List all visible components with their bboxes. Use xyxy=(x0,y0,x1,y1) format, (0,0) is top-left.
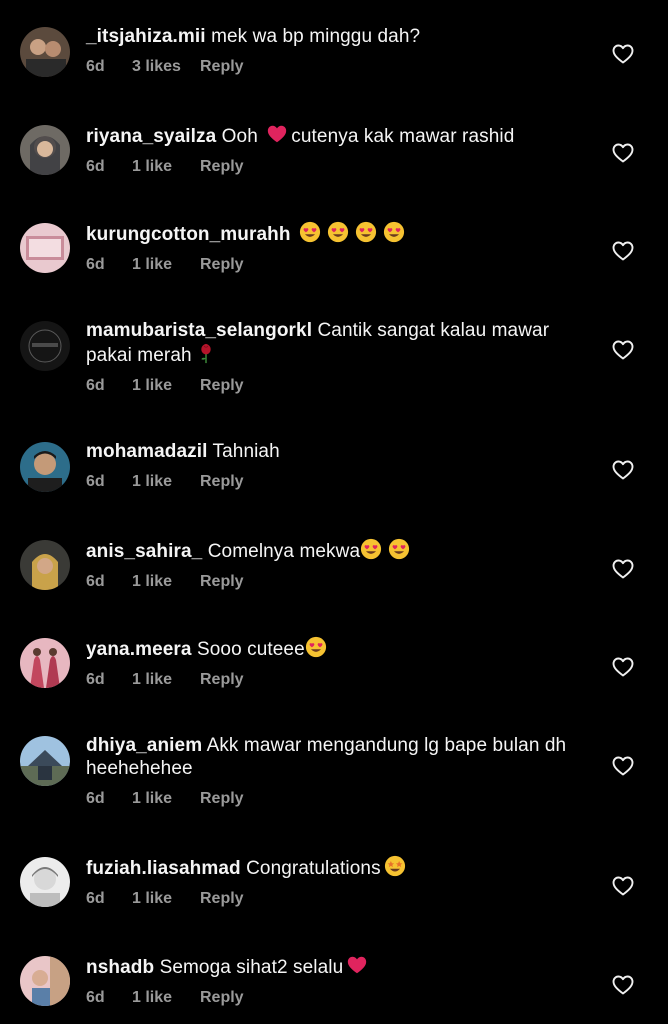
avatar[interactable] xyxy=(20,736,70,786)
avatar[interactable] xyxy=(20,321,70,371)
like-heart-icon[interactable] xyxy=(611,874,635,898)
comment-likes[interactable]: 1 like xyxy=(132,473,200,491)
comment-age: 6d xyxy=(86,377,105,394)
heart-eyes-emoji-icon xyxy=(327,221,349,243)
comment-text-part: Ooh xyxy=(221,126,264,147)
avatar[interactable] xyxy=(20,125,70,175)
comment-username[interactable]: fuziah.liasahmad xyxy=(86,858,241,879)
comment-age: 6d xyxy=(86,58,105,75)
like-heart-icon[interactable] xyxy=(611,338,635,362)
avatar[interactable] xyxy=(20,956,70,1006)
reply-button[interactable]: Reply xyxy=(200,671,244,689)
comment-username[interactable]: nshadb xyxy=(86,957,154,978)
comment-age: 6d xyxy=(86,256,105,273)
like-heart-icon[interactable] xyxy=(611,141,635,165)
reply-button[interactable]: Reply xyxy=(200,473,244,491)
reply-button[interactable]: Reply xyxy=(200,256,244,274)
comment-username[interactable]: kurungcotton_murahh xyxy=(86,224,291,245)
comment-username[interactable]: mohamadazil xyxy=(86,441,207,462)
avatar[interactable] xyxy=(20,442,70,492)
comment-likes[interactable]: 1 like xyxy=(132,573,200,591)
heart-eyes-emoji-icon xyxy=(388,538,410,560)
comment-text-part: cutenya kak mawar rashid xyxy=(291,126,515,147)
reply-button[interactable]: Reply xyxy=(200,890,244,908)
comment-username[interactable]: _itsjahiza.mii xyxy=(86,26,206,47)
comment-likes[interactable]: 1 like xyxy=(132,256,200,274)
like-heart-icon[interactable] xyxy=(611,458,635,482)
comment-age: 6d xyxy=(86,158,105,175)
comment-likes[interactable]: 1 like xyxy=(132,989,200,1007)
comment-username[interactable]: yana.meera xyxy=(86,639,192,660)
comment-text: Tahniah xyxy=(212,441,280,462)
like-heart-icon[interactable] xyxy=(611,973,635,997)
avatar[interactable] xyxy=(20,223,70,273)
like-heart-icon[interactable] xyxy=(611,754,635,778)
comment-text: Semoga sihat2 selalu xyxy=(159,957,344,978)
reply-button[interactable]: Reply xyxy=(200,573,244,591)
comment-likes[interactable]: 1 like xyxy=(132,790,200,808)
star-struck-emoji-icon xyxy=(384,855,406,877)
comment-age: 6d xyxy=(86,573,105,590)
reply-button[interactable]: Reply xyxy=(200,790,244,808)
comment-text: Congratulations xyxy=(246,858,381,879)
avatar[interactable] xyxy=(20,540,70,590)
reply-button[interactable]: Reply xyxy=(200,989,244,1007)
comment-likes[interactable]: 1 like xyxy=(132,671,200,689)
comment-text: mek wa bp minggu dah? xyxy=(211,26,421,47)
comment-username[interactable]: anis_sahira_ xyxy=(86,541,202,562)
reply-button[interactable]: Reply xyxy=(200,158,244,176)
like-heart-icon[interactable] xyxy=(611,557,635,581)
comment-age: 6d xyxy=(86,473,105,490)
avatar[interactable] xyxy=(20,857,70,907)
reply-button[interactable]: Reply xyxy=(200,58,244,76)
comment-likes[interactable]: 1 like xyxy=(132,158,200,176)
comment-username[interactable]: dhiya_aniem xyxy=(86,735,202,756)
comment-age: 6d xyxy=(86,890,105,907)
comment-likes[interactable]: 3 likes xyxy=(132,58,200,76)
avatar[interactable] xyxy=(20,638,70,688)
comment-username[interactable]: mamubarista_selangorkl xyxy=(86,320,312,341)
rose-emoji-icon xyxy=(195,342,217,364)
like-heart-icon[interactable] xyxy=(611,42,635,66)
comment-age: 6d xyxy=(86,671,105,688)
heart-eyes-emoji-icon xyxy=(305,636,327,658)
heart-eyes-emoji-icon xyxy=(299,221,321,243)
comment-likes[interactable]: 1 like xyxy=(132,890,200,908)
like-heart-icon[interactable] xyxy=(611,239,635,263)
red-heart-emoji-icon xyxy=(266,123,288,145)
comment-text: Sooo cuteee xyxy=(196,639,305,660)
red-heart-emoji-icon xyxy=(346,954,368,976)
like-heart-icon[interactable] xyxy=(611,655,635,679)
comment-age: 6d xyxy=(86,989,105,1006)
comment-username[interactable]: riyana_syailza xyxy=(86,126,216,147)
comment-age: 6d xyxy=(86,790,105,807)
avatar[interactable] xyxy=(20,27,70,77)
comment-text: Comelnya mekwa xyxy=(207,541,361,562)
comment-likes[interactable]: 1 like xyxy=(132,377,200,395)
heart-eyes-emoji-icon xyxy=(383,221,405,243)
heart-eyes-emoji-icon xyxy=(360,538,382,560)
reply-button[interactable]: Reply xyxy=(200,377,244,395)
heart-eyes-emoji-icon xyxy=(355,221,377,243)
